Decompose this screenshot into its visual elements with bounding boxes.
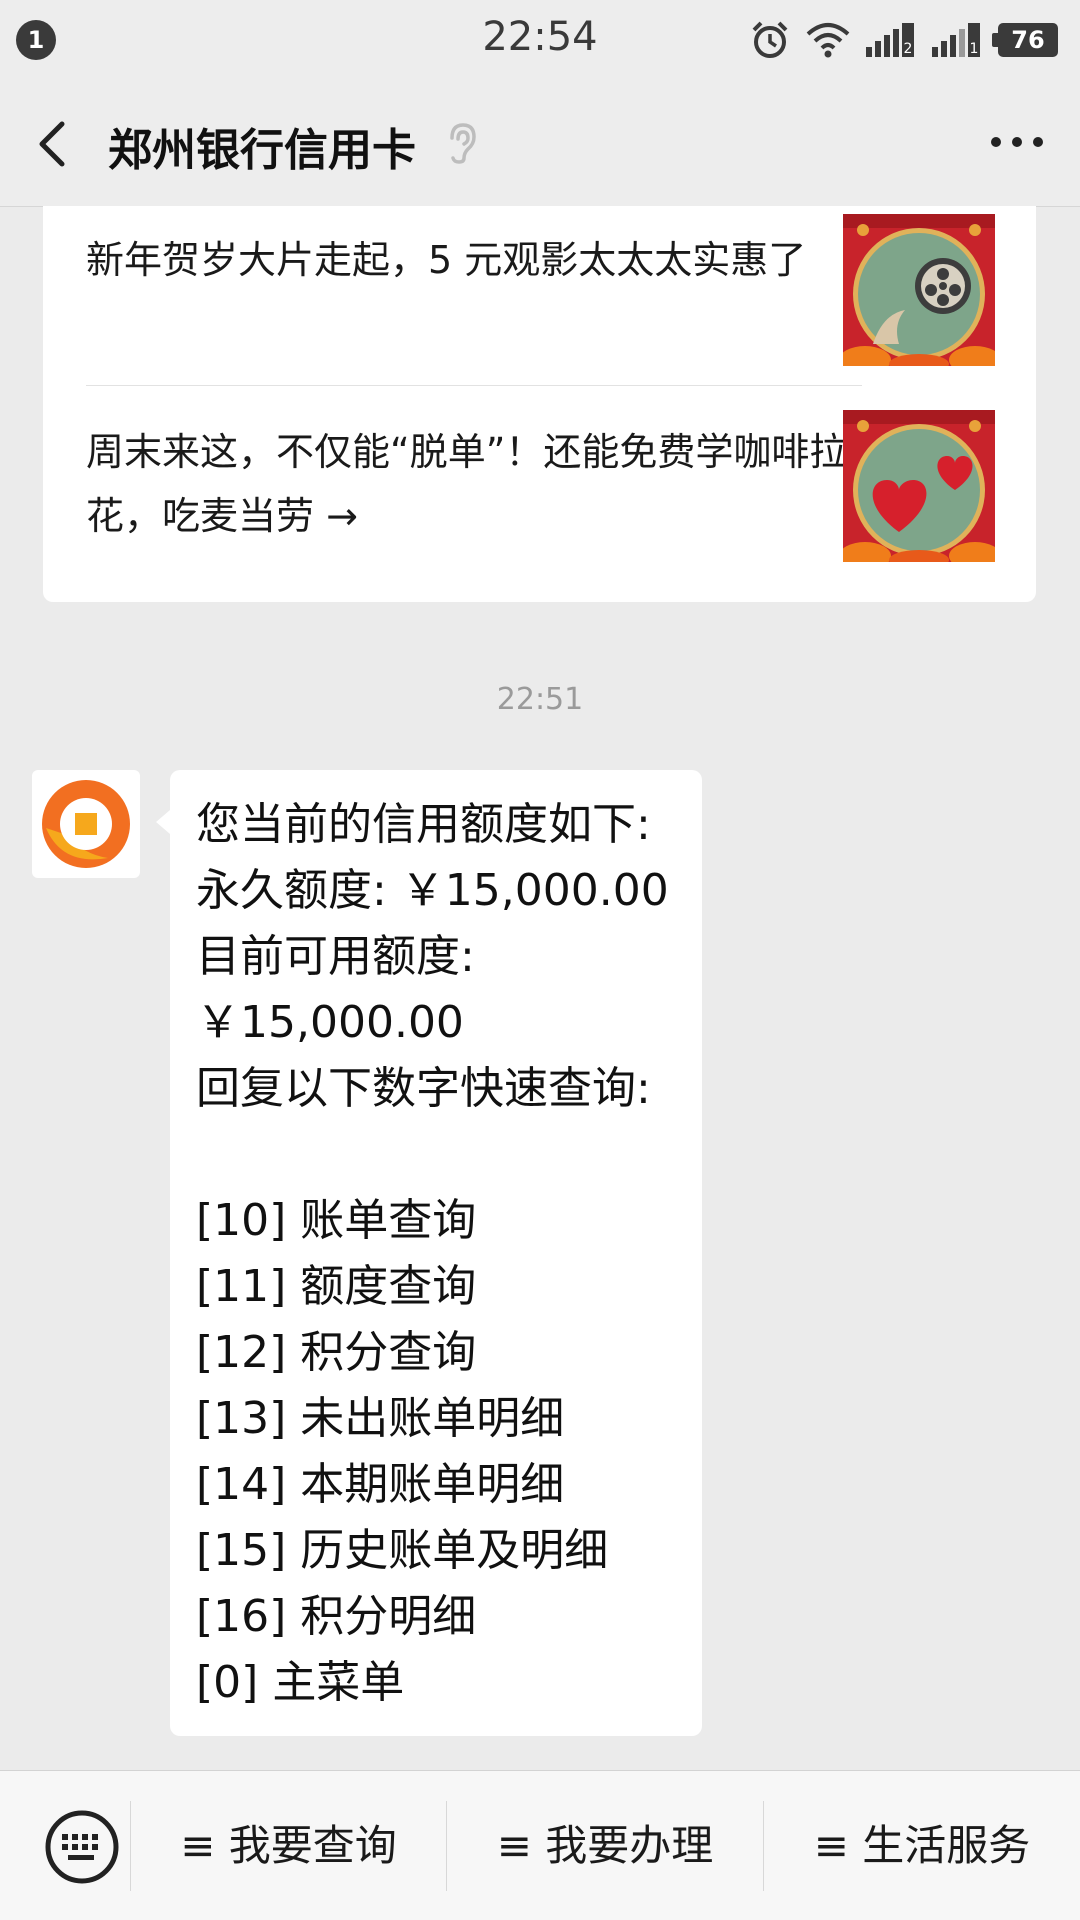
- alarm-icon: [752, 21, 788, 58]
- article-thumb-1[interactable]: [843, 214, 995, 366]
- more-button[interactable]: [982, 122, 1052, 162]
- signal-sim2-icon: 1: [932, 23, 980, 57]
- message-line: [12] 积分查询: [196, 1327, 477, 1378]
- message-line: 永久额度: ￥15,000.00: [196, 865, 669, 916]
- message-line: [14] 本期账单明细: [196, 1459, 565, 1510]
- film-reel-icon: [843, 214, 995, 366]
- article-thumb-2[interactable]: [843, 410, 995, 562]
- article-item-2[interactable]: 周末来这，不仅能“脱单”！还能免费学咖啡拉花，吃麦当劳 →: [86, 420, 866, 570]
- chevron-left-icon: [39, 121, 65, 167]
- message-line: [11] 额度查询: [196, 1261, 477, 1312]
- bank-logo-icon: [42, 780, 130, 868]
- page-title: 郑州银行信用卡: [108, 125, 416, 176]
- message-line: 您当前的信用额度如下:: [196, 799, 651, 850]
- article-divider: [86, 385, 862, 386]
- message-line: [0] 主菜单: [196, 1657, 405, 1708]
- article-title-1: 新年贺岁大片走起，5 元观影太太太实惠了: [86, 238, 807, 282]
- back-button[interactable]: [28, 110, 88, 174]
- more-dots-icon: [991, 137, 1043, 147]
- article-card: 新年贺岁大片走起，5 元观影太太太实惠了 周末来这，不仅能“脱单”！还能免费学咖…: [43, 206, 1036, 602]
- message-line: [196, 1122, 696, 1188]
- message-text: 您当前的信用额度如下: 永久额度: ￥15,000.00 目前可用额度: ￥15,00…: [196, 792, 696, 1716]
- battery-indicator: 76: [992, 23, 1058, 57]
- hearts-icon: [843, 410, 995, 562]
- message-line: ￥15,000.00: [196, 997, 464, 1048]
- menu-query[interactable]: ≡ 我要查询: [131, 1771, 446, 1920]
- article-title-2: 周末来这，不仅能“脱单”！还能免费学咖啡拉花，吃麦当劳 →: [86, 430, 848, 538]
- message-line: [16] 积分明细: [196, 1591, 477, 1642]
- ear-icon: [450, 123, 476, 164]
- title-bar: 郑州银行信用卡: [0, 78, 1080, 207]
- bottom-menu: ≡ 我要查询 ≡ 我要办理 ≡ 生活服务: [0, 1770, 1080, 1920]
- status-bar: 1 22:54 2 1 76: [0, 0, 1080, 78]
- message-bubble: 您当前的信用额度如下: 永久额度: ￥15,000.00 目前可用额度: ￥15,00…: [156, 770, 702, 1736]
- avatar[interactable]: [32, 770, 140, 878]
- wifi-icon: [806, 23, 850, 58]
- keyboard-icon: [45, 1810, 119, 1884]
- sim2-label: 1: [970, 41, 979, 57]
- message-line: 目前可用额度:: [196, 931, 475, 982]
- status-icons: 2 1 76: [750, 18, 1058, 62]
- menu-handle[interactable]: ≡ 我要办理: [447, 1771, 763, 1920]
- menu-life-services[interactable]: ≡ 生活服务: [764, 1771, 1080, 1920]
- keyboard-toggle-button[interactable]: [26, 1807, 138, 1887]
- message-line: [10] 账单查询: [196, 1195, 477, 1246]
- message-line: 回复以下数字快速查询:: [196, 1063, 651, 1114]
- message-line: [13] 未出账单明细: [196, 1393, 565, 1444]
- article-item-1[interactable]: 新年贺岁大片走起，5 元观影太太太实惠了: [86, 228, 866, 378]
- message-timestamp: 22:51: [496, 682, 584, 717]
- wechat-chat-screen: 1 22:54 2 1 76 郑州银行信用卡 新年贺岁大片走起，5 元观影太太太…: [0, 0, 1080, 1920]
- signal-sim1-icon: 2: [866, 23, 914, 57]
- sim1-label: 2: [904, 41, 913, 57]
- message-line: [15] 历史账单及明细: [196, 1525, 609, 1576]
